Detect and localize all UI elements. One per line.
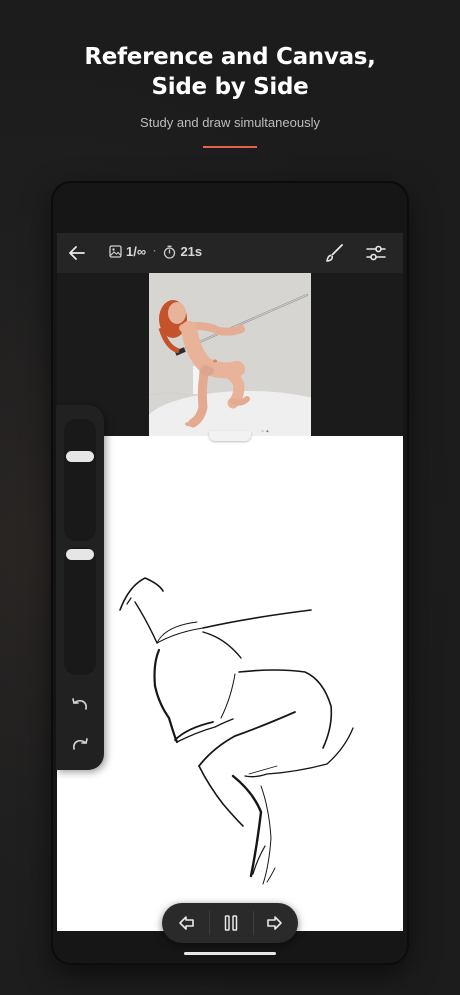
svg-text:~ ✦: ~ ✦ (261, 429, 270, 435)
previous-button[interactable] (164, 903, 209, 943)
info-separator: · (153, 246, 157, 257)
sketch-strokes (119, 577, 354, 885)
top-toolbar: 1/∞ · 21s (57, 233, 403, 273)
arrow-left-icon[interactable] (67, 243, 87, 263)
brush-size-slider[interactable] (64, 419, 96, 541)
headline-line-2: Side by Side (151, 74, 309, 100)
undo-icon[interactable] (69, 695, 91, 717)
session-info: 1/∞ · 21s (109, 244, 202, 259)
drawing-canvas[interactable] (57, 436, 403, 931)
reference-panel: ~ ✦ (57, 273, 403, 436)
headline: Reference and Canvas, Side by Side (0, 42, 460, 102)
subtitle: Study and draw simultaneously (140, 115, 320, 130)
phone-frame: 1/∞ · 21s ~ ✦ (53, 183, 407, 963)
accent-divider (203, 146, 257, 148)
sliders-icon[interactable] (365, 242, 387, 264)
arrow-right-box-icon (266, 916, 282, 930)
brush-size-thumb[interactable] (66, 451, 94, 462)
timer-value: 21s (180, 244, 203, 259)
reference-image: ~ ✦ (149, 273, 311, 436)
redo-icon[interactable] (69, 735, 91, 757)
opacity-thumb[interactable] (66, 549, 94, 560)
brush-icon[interactable] (323, 242, 345, 264)
image-counter: 1/∞ (126, 244, 147, 259)
timer-icon (164, 245, 176, 259)
arrow-left-box-icon (178, 916, 194, 930)
pause-icon (224, 915, 237, 931)
image-icon (109, 245, 122, 258)
next-button[interactable] (251, 903, 296, 943)
headline-line-1: Reference and Canvas, (84, 44, 376, 70)
pause-button[interactable] (208, 903, 253, 943)
tool-side-panel (56, 405, 104, 770)
home-indicator[interactable] (184, 952, 276, 955)
opacity-slider[interactable] (64, 547, 96, 675)
reference-photo-illustration: ~ ✦ (149, 273, 311, 436)
playback-controls (162, 903, 298, 943)
split-drag-handle[interactable] (209, 431, 251, 441)
